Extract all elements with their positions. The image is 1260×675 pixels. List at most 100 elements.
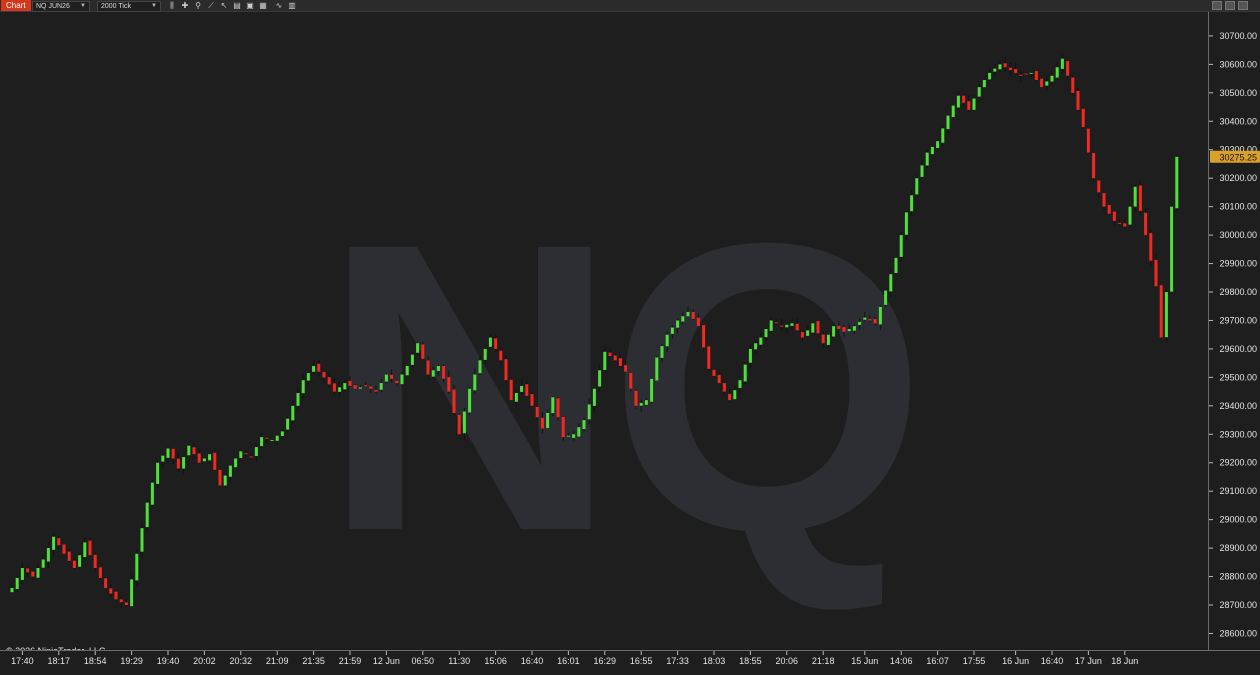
candle-body <box>977 87 981 97</box>
candle-body <box>52 536 56 550</box>
price-axis-labels: 28600.00 28700.00 28800.00 28900.00 29000.00… <box>1209 31 1260 638</box>
candle-body <box>483 348 487 360</box>
candle-body <box>832 326 836 337</box>
candle-body <box>946 115 950 130</box>
candle-body <box>551 397 555 414</box>
candle-body <box>572 434 576 438</box>
candle-body <box>1003 63 1007 68</box>
candle-body <box>98 567 102 578</box>
candle-body <box>613 355 617 361</box>
strategies-icon[interactable]: ▦ <box>258 1 268 11</box>
candle-body <box>416 343 420 353</box>
candle-body <box>1045 81 1049 86</box>
price-tick-label: 30400.00 <box>1219 116 1257 126</box>
candle-body <box>790 323 794 326</box>
candle-body <box>187 445 191 456</box>
candle-body <box>260 437 264 447</box>
time-tick-label: 12 Jun <box>373 656 400 666</box>
time-tick-label: 20:32 <box>230 656 253 666</box>
candle-body <box>878 306 882 325</box>
time-axis-labels: 17:40 18:17 18:54 19:29 19:40 20:02 20:32 21:09… <box>11 651 1138 666</box>
minimize-icon[interactable] <box>1212 1 1222 10</box>
candle-body <box>910 195 914 212</box>
candle-body <box>769 320 773 331</box>
candle-body <box>686 311 690 317</box>
line-tool-icon[interactable]: ⟋ <box>206 1 216 11</box>
candle-body <box>1118 222 1122 224</box>
candle-body <box>618 358 622 366</box>
pointer-icon[interactable]: ↖ <box>219 1 229 11</box>
candle-body <box>634 390 638 406</box>
candle-body <box>738 380 742 389</box>
candle-body <box>722 383 726 392</box>
candle-body <box>587 404 591 420</box>
maximize-icon[interactable] <box>1225 1 1235 10</box>
candle-body <box>863 317 867 320</box>
candle-body <box>743 364 747 382</box>
crosshair-icon[interactable]: ✚ <box>180 1 190 11</box>
instrument-selector[interactable]: NQ JUN26 ▼ <box>32 1 90 12</box>
candle-body <box>806 330 810 336</box>
candle-body <box>1128 206 1132 225</box>
candle-body <box>130 579 134 607</box>
candle-body <box>358 387 362 389</box>
candle-body <box>670 327 674 334</box>
candle-body <box>20 568 24 580</box>
time-tick-label: 20:06 <box>776 656 799 666</box>
candle-body <box>249 456 253 458</box>
candle-body <box>676 320 680 328</box>
candle-body <box>509 379 513 401</box>
time-tick-label: 21:59 <box>339 656 362 666</box>
instrument-label: NQ JUN26 <box>36 3 70 10</box>
interval-selector[interactable]: 2000 Tick ▼ <box>97 1 161 12</box>
candle-body <box>702 325 706 348</box>
candle-body <box>114 591 118 600</box>
candle-body <box>561 416 565 438</box>
time-tick-label: 16:01 <box>557 656 580 666</box>
bar-style-icon[interactable]: ⫼ <box>167 1 177 11</box>
candle-body <box>478 360 482 374</box>
candle-body <box>525 384 529 396</box>
candle-body <box>1107 204 1111 214</box>
candle-body <box>650 378 654 402</box>
candle-body <box>109 588 113 594</box>
candle-body <box>603 351 607 370</box>
candle-body <box>1102 193 1106 207</box>
candle-body <box>234 458 238 468</box>
candle-body <box>733 390 737 400</box>
candle-body <box>842 326 846 332</box>
chart-panel[interactable]: NQ © 2026 NinjaTrader, LLC <box>0 12 1208 656</box>
candle-body <box>119 599 123 603</box>
candle-body <box>1164 292 1168 338</box>
candle-body <box>494 338 498 349</box>
candle-body <box>239 451 243 458</box>
candle-body <box>421 344 425 359</box>
candle-body <box>280 431 284 436</box>
candle-body <box>343 383 347 390</box>
chart-tab[interactable]: Chart <box>1 0 31 11</box>
candle-body <box>67 551 71 561</box>
price-axis[interactable]: 28600.00 28700.00 28800.00 28900.00 29000.00… <box>1208 12 1260 650</box>
candle-body <box>1112 211 1116 221</box>
candle-body <box>1175 156 1179 209</box>
time-tick-label: 14:06 <box>890 656 913 666</box>
candle-body <box>462 411 466 434</box>
time-tick-label: 11:30 <box>448 656 470 666</box>
templates-icon[interactable]: ▥ <box>287 1 297 11</box>
properties-icon[interactable]: ▤ <box>232 1 242 11</box>
candle-body <box>348 380 352 386</box>
candle-body <box>681 316 685 322</box>
time-tick-label: 18:55 <box>739 656 762 666</box>
candle-body <box>1133 186 1137 207</box>
close-icon[interactable] <box>1238 1 1248 10</box>
candle-body <box>899 235 903 257</box>
candle-body <box>982 80 986 88</box>
price-tick-label: 29200.00 <box>1219 458 1257 468</box>
data-box-icon[interactable]: ▣ <box>245 1 255 11</box>
indicators-icon[interactable]: ∿ <box>274 1 284 11</box>
time-axis[interactable]: 17:40 18:17 18:54 19:29 19:40 20:02 20:32 21:09… <box>0 650 1260 674</box>
candle-body <box>1081 108 1085 127</box>
zoom-icon[interactable]: ⚲ <box>193 1 203 11</box>
candle-body <box>717 374 721 384</box>
candle-body <box>556 398 560 418</box>
